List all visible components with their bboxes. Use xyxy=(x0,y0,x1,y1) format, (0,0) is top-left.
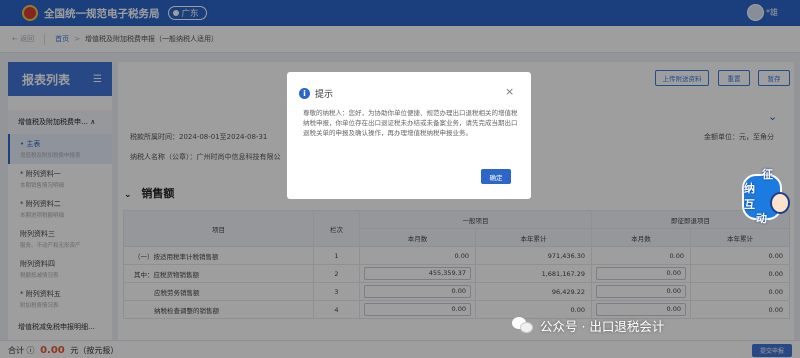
watermark-text: 公众号 · 出口退税会计 xyxy=(540,319,665,334)
dialog-message: 尊敬的纳税人：您好，为协助你单位便捷、规范办理出口退税相关的增值税纳税申报，你单… xyxy=(303,109,518,137)
confirm-button[interactable]: 确定 xyxy=(481,169,511,184)
mascot-char: 征 xyxy=(762,168,773,181)
mascot-char: 互 xyxy=(744,198,755,211)
mascot-char: 动 xyxy=(756,212,767,225)
notice-dialog: i 提示 × 尊敬的纳税人：您好，为协助你单位便捷、规范办理出口退税相关的增值税… xyxy=(287,72,531,199)
dialog-title: 提示 xyxy=(315,90,334,100)
info-icon: i xyxy=(299,88,310,99)
dialog-header: i 提示 xyxy=(299,87,333,100)
mascot-badge[interactable]: 征 纳 互 动 xyxy=(740,166,796,232)
wechat-logo-icon xyxy=(512,317,534,334)
mascot-char: 纳 xyxy=(744,182,755,195)
close-icon[interactable]: × xyxy=(505,85,514,98)
mascot-face-icon xyxy=(770,192,790,214)
watermark: 公众号 · 出口退税会计 xyxy=(512,316,664,335)
